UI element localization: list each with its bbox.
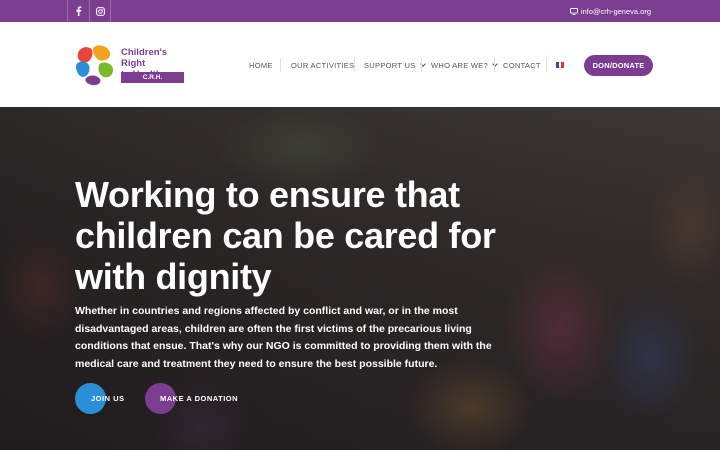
nav-divider [280,58,281,72]
nav-home[interactable]: HOME [249,59,273,71]
facebook-icon [76,6,82,16]
nav-activities[interactable]: OUR ACTIVITIES [291,59,354,71]
hero-content: Working to ensure that children can be c… [75,174,545,373]
hero-section: Working to ensure that children can be c… [0,107,720,450]
nav-support-label: SUPPORT US [364,60,416,70]
facebook-link[interactable] [67,0,89,22]
join-us-label: JOIN US [91,394,125,403]
make-donation-label: MAKE A DONATION [160,394,239,403]
logo-tag: C.R.H. [121,72,184,83]
site-logo[interactable]: Children's Right to Healthcare C.R.H. [74,42,186,88]
site-header: Children's Right to Healthcare C.R.H. HO… [0,22,720,107]
email-text: info@crh-geneva.org [580,6,651,16]
make-donation-button[interactable]: MAKE A DONATION [145,383,238,414]
email-link[interactable]: info@crh-geneva.org [569,0,651,22]
nav-divider [421,58,422,72]
nav-home-label: HOME [249,60,273,70]
logo-mark-icon [75,45,114,86]
nav-contact-label: CONTACT [503,60,541,70]
donate-button[interactable]: DON/DONATE [584,55,653,76]
monitor-icon [569,7,578,15]
hero-text: Whether in countries and regions affecte… [75,305,492,370]
logo-line-1: Children's Right [121,47,168,69]
french-flag-icon[interactable] [556,62,565,68]
nav-divider [354,58,355,72]
top-bar: info@crh-geneva.org [0,0,720,22]
instagram-icon [95,6,105,16]
nav-divider [494,58,495,72]
nav-contact[interactable]: CONTACT [503,59,541,71]
join-us-button[interactable]: JOIN US [75,383,125,414]
nav-who-label: WHO ARE WE? [431,60,489,70]
nav-divider [546,58,547,72]
instagram-link[interactable] [89,0,111,22]
nav-who[interactable]: WHO ARE WE? [431,59,498,71]
nav-support[interactable]: SUPPORT US [364,59,426,71]
nav-activities-label: OUR ACTIVITIES [291,60,355,70]
hero-title: Working to ensure that children can be c… [75,174,496,297]
